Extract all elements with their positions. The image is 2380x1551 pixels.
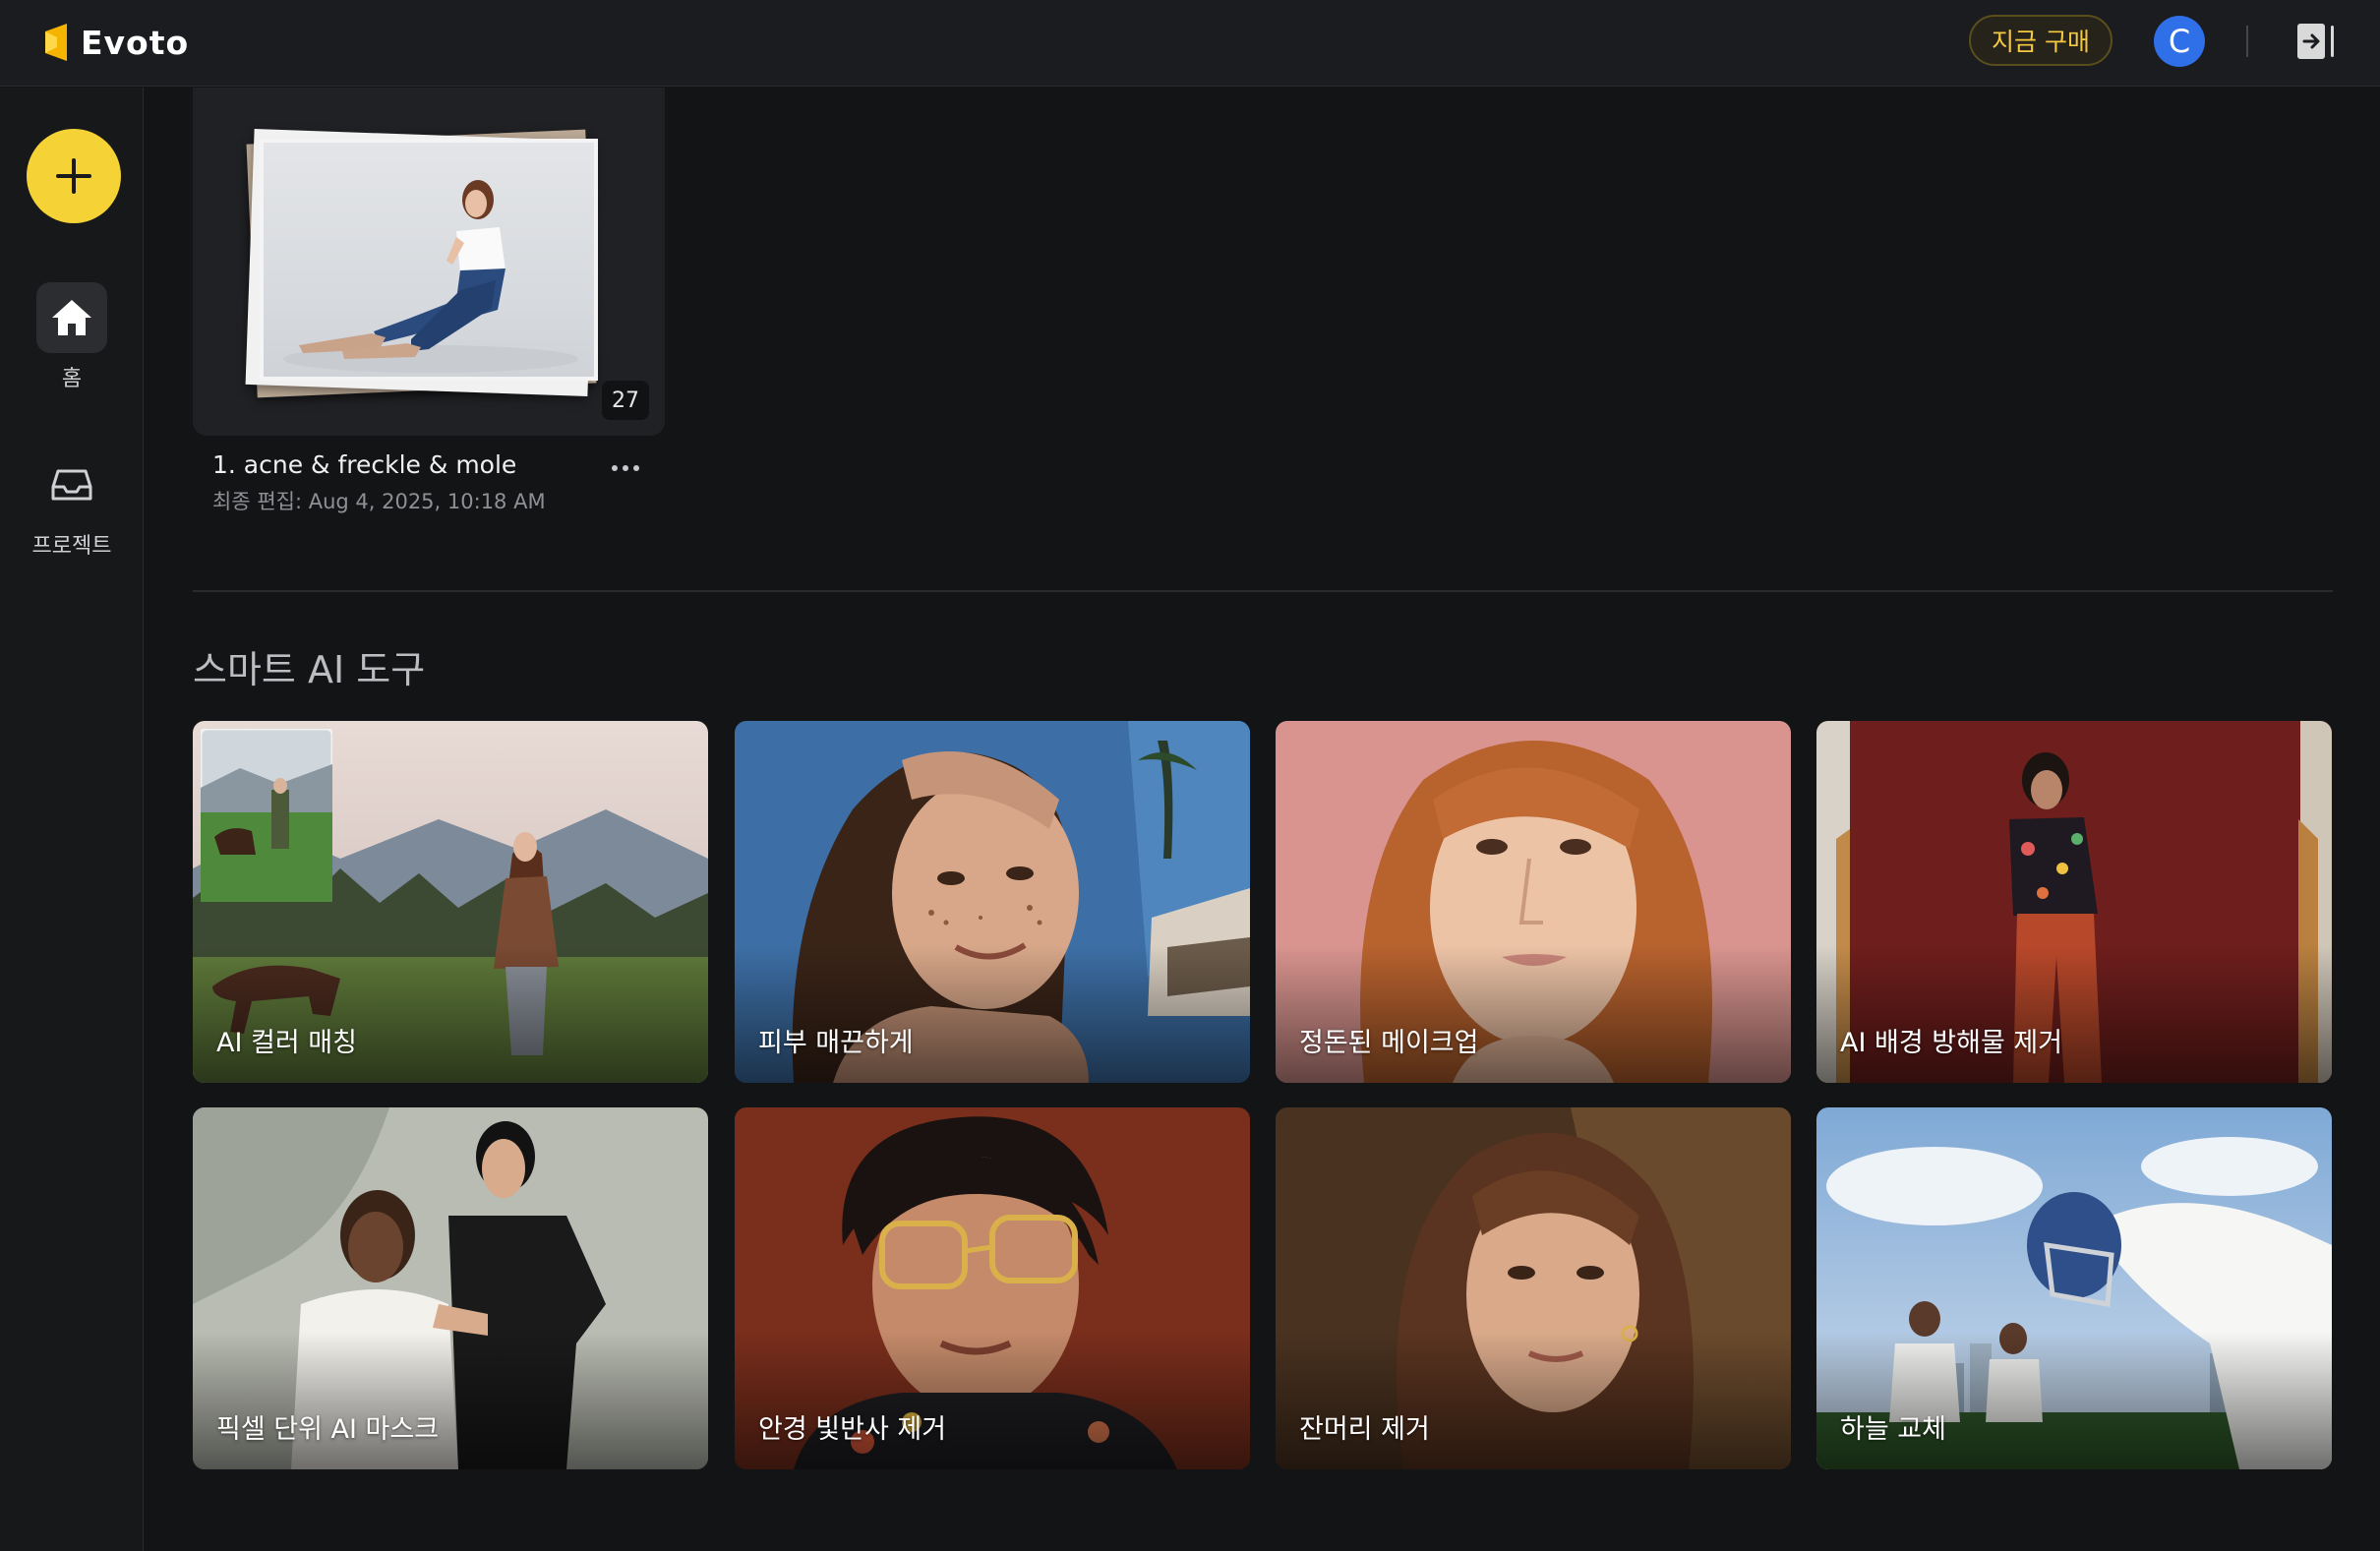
home-icon (52, 300, 91, 335)
project-more-button[interactable] (600, 448, 651, 488)
tool-label: AI 컬러 매칭 (216, 1028, 357, 1058)
tool-label: 피부 매끈하게 (758, 1028, 914, 1058)
buy-now-button[interactable]: 지금 구매 (1969, 15, 2112, 66)
tool-ai-color-match[interactable]: AI 컬러 매칭 (193, 721, 708, 1083)
topbar-divider (2246, 26, 2248, 57)
project-name[interactable]: 1. acne & freckle & mole (212, 450, 516, 479)
tool-label: 잔머리 제거 (1299, 1414, 1430, 1445)
sidebar-toggle-icon[interactable] (2295, 20, 2339, 63)
project-thumbnail[interactable]: 27 (193, 88, 665, 436)
photo-count-badge: 27 (602, 381, 649, 420)
smart-ai-tools-title: 스마트 AI 도구 (193, 648, 426, 691)
sidebar: 홈 프로젝트 (0, 88, 144, 1551)
section-divider (193, 590, 2333, 592)
logo-text: Evoto (81, 23, 190, 62)
inbox-icon (51, 469, 92, 501)
evoto-logo-icon (45, 24, 67, 61)
plus-icon (56, 158, 91, 194)
sidebar-item-home[interactable]: 홈 (0, 282, 144, 392)
sidebar-item-label: 홈 (61, 367, 83, 391)
tool-label: AI 배경 방해물 제거 (1840, 1028, 2063, 1058)
model-photo-illustration (283, 180, 578, 373)
tool-label: 픽셀 단위 AI 마스크 (216, 1414, 440, 1445)
tool-label: 안경 빛반사 제거 (758, 1414, 947, 1445)
sidebar-item-label: 프로젝트 (31, 534, 112, 559)
tool-sky-replacement[interactable]: 하늘 교체 (1816, 1107, 2332, 1469)
tool-pixel-ai-mask[interactable]: 픽셀 단위 AI 마스크 (193, 1107, 708, 1469)
more-dots-icon (612, 465, 618, 471)
new-project-button[interactable] (27, 129, 121, 223)
sidebar-item-projects[interactable]: 프로젝트 (0, 449, 144, 560)
tool-label: 정돈된 메이크업 (1299, 1028, 1479, 1058)
reference-photo-inset (201, 729, 332, 902)
project-cover-photo (260, 139, 598, 381)
tool-flyaway-hair-removal[interactable]: 잔머리 제거 (1276, 1107, 1791, 1469)
app-logo[interactable]: Evoto (41, 20, 189, 65)
project-last-edited: 최종 편집: Aug 4, 2025, 10:18 AM (212, 490, 546, 513)
tool-glasses-glare-removal[interactable]: 안경 빛반사 제거 (735, 1107, 1250, 1469)
top-bar: Evoto 지금 구매 C (0, 0, 2380, 87)
tool-label: 하늘 교체 (1840, 1414, 1946, 1445)
user-avatar[interactable]: C (2154, 16, 2205, 67)
tool-neat-makeup[interactable]: 정돈된 메이크업 (1276, 721, 1791, 1083)
tool-skin-smooth[interactable]: 피부 매끈하게 (735, 721, 1250, 1083)
tool-ai-background-cleanup[interactable]: AI 배경 방해물 제거 (1816, 721, 2332, 1083)
